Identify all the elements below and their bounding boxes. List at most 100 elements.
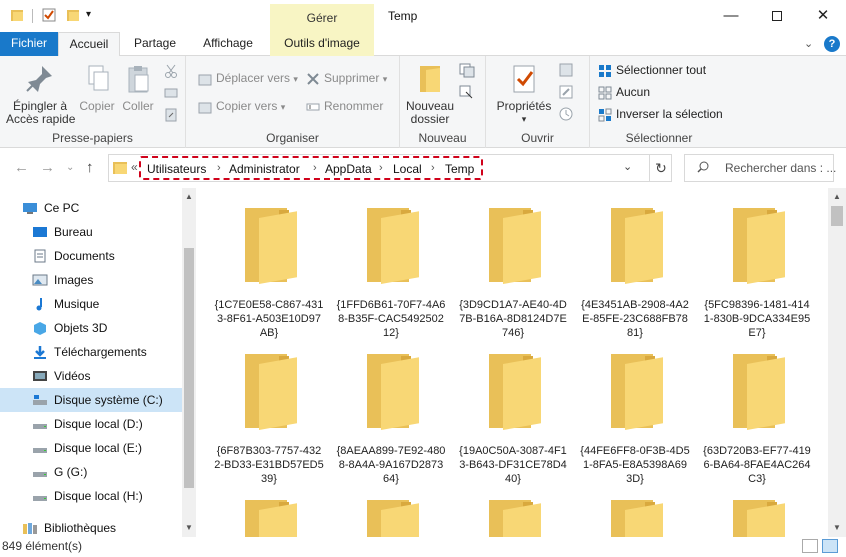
breadcrumb-separator[interactable]: › — [431, 162, 435, 174]
tab-partage[interactable]: Partage — [124, 32, 186, 56]
folder-item[interactable]: {63D720B3-EF77-4196-BA64-8FAE4AC264C3} — [702, 354, 812, 486]
scroll-down-icon[interactable]: ▼ — [182, 521, 196, 535]
sidebar-item[interactable]: Objets 3D — [0, 316, 182, 340]
folder-item[interactable] — [702, 500, 812, 537]
delete-button[interactable]: Supprimer ▾ — [306, 68, 387, 88]
folder-item[interactable]: {1FFD6B61-70F7-4A68-B35F-CAC549250212} — [336, 208, 446, 340]
quick-access-dropdown-icon[interactable]: ▾ — [86, 9, 91, 20]
invert-selection-button[interactable]: Inverser la sélection — [598, 104, 723, 124]
sidebar-scrollbar[interactable]: ▲ ▼ — [182, 188, 196, 537]
new-folder-button[interactable]: Nouveau dossier — [402, 64, 458, 126]
folder-item[interactable]: {8AEAA899-7E92-4808-8A4A-9A167D287364} — [336, 354, 446, 486]
search-box[interactable]: Rechercher dans : ... — [684, 154, 836, 182]
sidebar-item[interactable]: Documents — [0, 244, 182, 268]
group-label-presse-papiers: Presse-papiers — [52, 131, 133, 145]
move-to-button[interactable]: Déplacer vers ▾ — [198, 68, 298, 88]
tab-accueil[interactable]: Accueil — [58, 32, 120, 57]
breadcrumb-utilisateurs[interactable]: Utilisateurs — [147, 162, 206, 176]
folder-item[interactable]: {44FE6FF8-0F3B-4D51-8FA5-E8A5398A693D} — [580, 354, 690, 486]
properties-check-icon[interactable] — [42, 8, 56, 22]
folder-item[interactable]: {1C7E0E58-C867-4313-8F61-A503E10D97AB} — [214, 208, 324, 340]
breadcrumb-local[interactable]: Local — [393, 162, 422, 176]
folder-item[interactable]: {19A0C50A-3087-4F13-B643-DF31CE78D440} — [458, 354, 568, 486]
sidebar-item[interactable]: G (G:) — [0, 460, 182, 484]
refresh-icon[interactable]: ↻ — [649, 155, 672, 181]
properties-button[interactable]: Propriétés ▾ — [494, 64, 554, 126]
tab-outils-image[interactable]: Outils d'image — [270, 32, 374, 56]
collapse-ribbon-icon[interactable]: ⌄ — [804, 37, 813, 50]
open-icon[interactable] — [558, 62, 574, 78]
breadcrumb-separator[interactable]: › — [217, 162, 221, 174]
content-scrollbar-thumb[interactable] — [831, 206, 843, 226]
tab-affichage[interactable]: Affichage — [192, 32, 264, 56]
group-selectionner: Sélectionner tout Aucun Inverser la séle… — [590, 56, 728, 148]
breadcrumb-temp[interactable]: Temp — [445, 162, 474, 176]
breadcrumb-separator[interactable]: › — [379, 162, 383, 174]
folder-item[interactable]: {3D9CD1A7-AE40-4D7B-B16A-8D8124D7E746} — [458, 208, 568, 340]
select-none-button[interactable]: Aucun — [598, 82, 650, 102]
folder-icon[interactable] — [10, 8, 24, 22]
folder-item[interactable] — [336, 500, 446, 537]
scroll-down-icon[interactable]: ▼ — [828, 521, 846, 535]
paste-shortcut-icon[interactable] — [164, 108, 178, 122]
history-icon[interactable] — [558, 106, 574, 122]
up-arrow-icon[interactable]: ↑ — [86, 159, 94, 176]
address-dropdown-icon[interactable]: ⌄ — [623, 160, 632, 173]
breadcrumb-appdata[interactable]: AppData — [325, 162, 372, 176]
sidebar-item[interactable]: Téléchargements — [0, 340, 182, 364]
rename-button[interactable]: Renommer — [306, 96, 383, 116]
sidebar-item[interactable]: Musique — [0, 292, 182, 316]
scroll-up-icon[interactable]: ▲ — [828, 190, 846, 204]
new-item-icon[interactable] — [458, 62, 476, 78]
address-bar[interactable]: « Utilisateurs › Administrator › AppData… — [108, 154, 672, 182]
sidebar-item[interactable]: Images — [0, 268, 182, 292]
sidebar-item[interactable]: Ce PC — [0, 196, 182, 220]
folder-name: {8AEAA899-7E92-4808-8A4A-9A167D287364} — [336, 445, 446, 485]
tab-fichier[interactable]: Fichier — [0, 32, 58, 56]
desktop-icon — [33, 227, 47, 237]
edit-icon[interactable] — [558, 84, 574, 100]
cut-icon[interactable] — [164, 64, 178, 78]
pin-quick-access-button[interactable]: Épingler à Accès rapide — [6, 64, 75, 126]
new-folder-icon — [420, 66, 440, 92]
chevron-down-icon: ▾ — [521, 114, 527, 124]
folder-item[interactable] — [458, 500, 568, 537]
folder-item[interactable]: {6F87B303-7757-4322-BD33-E31BD57ED539} — [214, 354, 324, 486]
item-count: 849 élément(s) — [2, 539, 83, 553]
close-button[interactable]: ✕ — [800, 0, 846, 32]
select-all-button[interactable]: Sélectionner tout — [598, 60, 706, 80]
sidebar-item[interactable]: Disque local (H:) — [0, 484, 182, 508]
address-overflow-icon[interactable]: « — [131, 160, 138, 174]
folder-item[interactable] — [214, 500, 324, 537]
copy-to-button[interactable]: Copier vers ▾ — [198, 96, 285, 116]
sidebar-item[interactable]: Disque local (E:) — [0, 436, 182, 460]
sidebar-item[interactable]: Vidéos — [0, 364, 182, 388]
paste-button[interactable]: Coller — [118, 64, 158, 113]
large-icons-view-icon[interactable] — [822, 539, 838, 553]
details-view-icon[interactable] — [802, 539, 818, 553]
folder-item[interactable] — [580, 500, 690, 537]
back-arrow-icon[interactable]: ← — [14, 159, 29, 176]
search-input[interactable]: Rechercher dans : ... — [725, 161, 836, 175]
help-icon[interactable]: ? — [824, 36, 840, 52]
folder-item[interactable]: {4E3451AB-2908-4A2E-85FE-23C688FB7881} — [580, 208, 690, 340]
minimize-button[interactable]: — — [708, 0, 754, 32]
forward-arrow-icon[interactable]: → — [40, 159, 55, 176]
maximize-button[interactable] — [754, 0, 800, 32]
folder-name: {19A0C50A-3087-4F13-B643-DF31CE78D440} — [459, 445, 567, 485]
sidebar-scrollbar-thumb[interactable] — [184, 248, 194, 488]
copy-button[interactable]: Copier — [76, 64, 118, 113]
scroll-up-icon[interactable]: ▲ — [182, 190, 196, 204]
recent-locations-icon[interactable]: ⌄ — [66, 162, 74, 173]
folder-name: {5FC98396-1481-4141-830B-9DCA334E95E7} — [703, 299, 811, 339]
new-folder-icon[interactable] — [66, 8, 80, 22]
sidebar-item[interactable]: Disque local (D:) — [0, 412, 182, 436]
sidebar-item[interactable]: Disque système (C:) — [0, 388, 182, 412]
breadcrumb-administrator[interactable]: Administrator — [229, 162, 300, 176]
breadcrumb-separator[interactable]: › — [313, 162, 317, 174]
easy-access-icon[interactable] — [458, 84, 476, 100]
sidebar-item[interactable]: Bureau — [0, 220, 182, 244]
content-scrollbar[interactable]: ▲ ▼ — [828, 188, 846, 537]
folder-item[interactable]: {5FC98396-1481-4141-830B-9DCA334E95E7} — [702, 208, 812, 340]
copy-path-icon[interactable] — [164, 86, 178, 100]
